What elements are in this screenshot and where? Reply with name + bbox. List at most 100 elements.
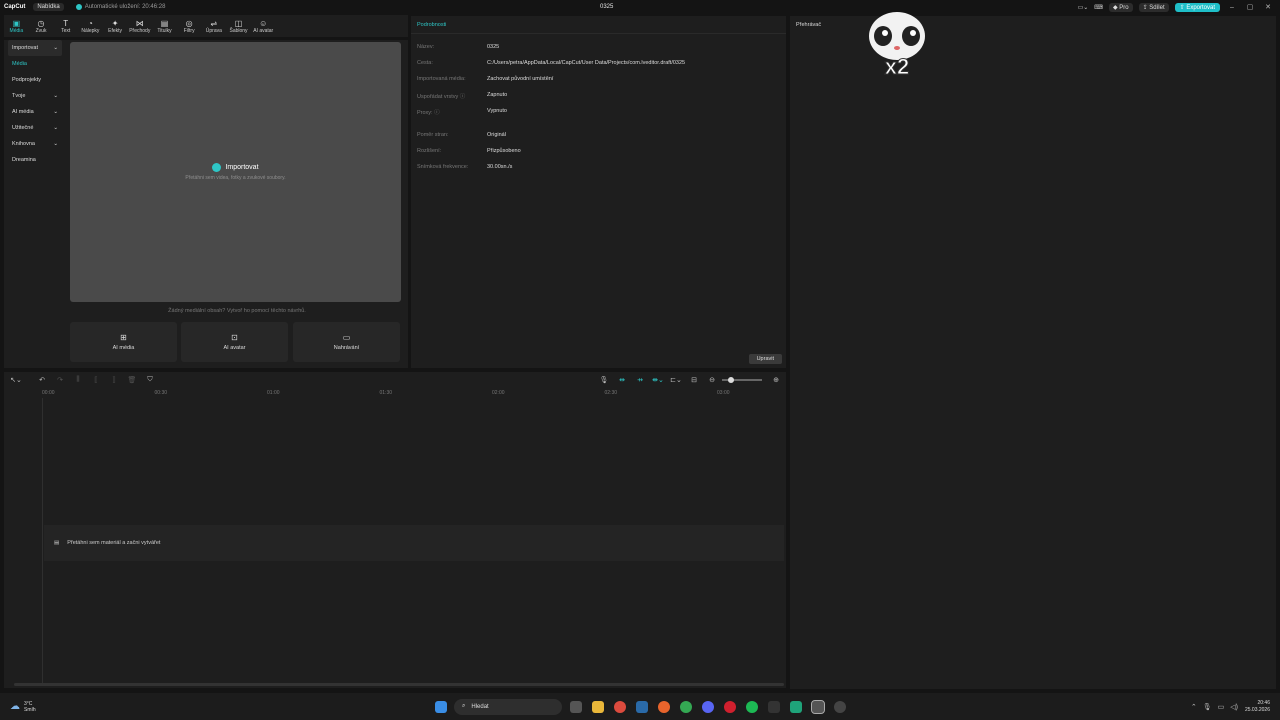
- sidebar-item-label: Média: [12, 61, 27, 67]
- autosave-status: Automatické uložení: 20:46:28: [75, 4, 165, 10]
- sidebar-item[interactable]: Knihovna ⌄: [8, 136, 62, 152]
- system-clock[interactable]: 20:46 25.03.2026: [1245, 700, 1270, 714]
- detail-value: Originál: [487, 132, 506, 138]
- project-title: 0325: [600, 4, 614, 10]
- tab-effects[interactable]: ✦ Efekty: [103, 15, 128, 37]
- detail-row: Název: 0325: [417, 44, 499, 50]
- start-icon[interactable]: [435, 700, 447, 713]
- delete-icon[interactable]: 🗑: [126, 376, 138, 384]
- task-view-icon[interactable]: [570, 700, 582, 713]
- steam-icon[interactable]: [636, 700, 648, 713]
- chevron-up-icon[interactable]: ⌃: [1191, 703, 1197, 711]
- timeline-scrollbar[interactable]: [14, 683, 784, 686]
- sidebar-item[interactable]: Tvoje ⌄: [8, 88, 62, 104]
- tab-filters[interactable]: ◎ Filtry: [177, 15, 202, 37]
- export-button[interactable]: ⇧ Exportovat: [1174, 2, 1220, 12]
- discord-icon[interactable]: [702, 700, 714, 713]
- firefox-icon[interactable]: [658, 700, 670, 713]
- settings-taskbar-icon[interactable]: [834, 700, 846, 713]
- caption-track-icon[interactable]: ⊏⌄: [670, 376, 682, 384]
- network-icon[interactable]: ▭: [1218, 703, 1225, 711]
- ruler-label: 00:00: [42, 390, 55, 396]
- text-icon: T: [63, 18, 69, 28]
- sidebar-item-label: Dreamina: [12, 157, 36, 163]
- recording-card[interactable]: ▭ Nahrávání: [293, 322, 400, 362]
- sidebar-item[interactable]: Užitečné ⌄: [8, 120, 62, 136]
- sidebar-item[interactable]: Dreamina: [8, 152, 62, 168]
- weather-widget[interactable]: ☁ 3°C Smíh: [10, 701, 36, 713]
- timeline-drop-area[interactable]: ▤ Přetáhni sem materiál a začni vytvářet: [44, 525, 784, 561]
- sidebar-item[interactable]: AI média ⌄: [8, 104, 62, 120]
- card-label: AI média: [112, 345, 135, 351]
- sidebar-item-label: AI média: [12, 109, 34, 115]
- detail-row: Uspořádat vrstvy ⓘ Zapnuto: [417, 92, 507, 100]
- tab-transitions[interactable]: ⋈ Přechody: [127, 15, 152, 37]
- split-icon[interactable]: ⫼: [72, 376, 84, 384]
- chrome-profile-icon[interactable]: [680, 700, 692, 713]
- detail-row: Rozlišení: Přizpůsobeno: [417, 148, 521, 154]
- microphone-icon[interactable]: 🎙: [598, 376, 610, 384]
- minimize-icon[interactable]: –: [1226, 4, 1238, 11]
- link-icon[interactable]: ⇹: [616, 376, 628, 384]
- media-dropzone[interactable]: Importovat Přetáhni sem videa, fotky a z…: [70, 42, 401, 302]
- preview-axis-icon[interactable]: ⇼⌄: [652, 376, 664, 384]
- detail-value: 0325: [487, 44, 500, 50]
- zoom-out-icon[interactable]: ⊖: [706, 376, 718, 384]
- sidebar-item[interactable]: Podprojekty: [8, 72, 62, 88]
- mic-tray-icon[interactable]: 🎙: [1203, 703, 1212, 711]
- sticker-icon: ◔: [87, 18, 93, 28]
- tab-audio[interactable]: ◷ Zvuk: [29, 15, 54, 37]
- fit-icon[interactable]: ⊟: [688, 376, 700, 384]
- zoom-in-icon[interactable]: ⊕: [770, 376, 782, 384]
- redo-icon[interactable]: ↷: [54, 376, 66, 384]
- zoom-slider[interactable]: [722, 377, 762, 383]
- undo-icon[interactable]: ↶: [36, 376, 48, 384]
- tab-sticker[interactable]: ◔ Nálepky: [78, 15, 103, 37]
- share-button[interactable]: ⇪ Sdílet: [1138, 2, 1169, 12]
- capcut-taskbar-icon[interactable]: [768, 700, 780, 713]
- magnet-icon[interactable]: ⇸: [634, 376, 646, 384]
- import-button[interactable]: Importovat: [212, 163, 259, 172]
- ai-avatar-card[interactable]: ⊡ AI avatar: [181, 322, 288, 362]
- ai-avatar-icon: ⊡: [231, 333, 238, 342]
- edit-button[interactable]: Upravit: [748, 354, 782, 364]
- sidebar-item[interactable]: Importovat ⌄: [8, 40, 62, 56]
- search-icon: ⌕: [462, 703, 466, 709]
- chrome-icon[interactable]: [614, 700, 626, 713]
- marker-icon[interactable]: ⛉: [144, 376, 156, 384]
- file-explorer-icon[interactable]: [592, 700, 604, 713]
- sidebar-item[interactable]: Média: [8, 56, 62, 72]
- pro-button[interactable]: ◆ Pro: [1108, 2, 1133, 12]
- tab-media[interactable]: ▣ Média: [4, 15, 29, 37]
- app-taskbar-icon[interactable]: [790, 700, 802, 713]
- timeline-drop-hint: Přetáhni sem materiál a začni vytvářet: [67, 540, 161, 546]
- tab-label: Text: [61, 27, 71, 34]
- split-left-icon[interactable]: ⟦: [90, 376, 102, 384]
- tab-captions[interactable]: ▤ Titulky: [152, 15, 177, 37]
- tab-templates[interactable]: ◫ Šablony: [226, 15, 251, 37]
- opera-icon[interactable]: [724, 700, 736, 713]
- filters-icon: ◎: [185, 18, 193, 28]
- zoom-slider-handle[interactable]: [728, 377, 734, 383]
- split-right-icon[interactable]: ⟧: [108, 376, 120, 384]
- tab-text[interactable]: T Text: [53, 15, 78, 37]
- close-icon[interactable]: ✕: [1262, 3, 1274, 11]
- chevron-down-icon: ⌄: [53, 93, 58, 99]
- main-menu-button[interactable]: Nabídka: [33, 3, 64, 11]
- spotify-icon[interactable]: [746, 700, 758, 713]
- panda-sticker: x2: [869, 12, 925, 78]
- select-tool-icon[interactable]: ↖⌄: [10, 376, 22, 384]
- active-app-icon[interactable]: [811, 699, 825, 714]
- volume-icon[interactable]: ◁): [1230, 703, 1238, 711]
- maximize-icon[interactable]: ▢: [1244, 3, 1256, 11]
- detail-row: Snímková frekvence: 30.00sn./s: [417, 164, 512, 170]
- ruler-label: 02:30: [604, 390, 618, 396]
- detail-row: Importovaná média: Zachovat původní umíst…: [417, 76, 553, 82]
- layout-icon[interactable]: ▭⌄: [1078, 4, 1089, 11]
- clock-date: 25.03.2026: [1244, 706, 1270, 713]
- ai-media-card[interactable]: ⊞ AI média: [70, 322, 177, 362]
- tab-ai-avatar[interactable]: ☺ AI avatar: [251, 15, 276, 37]
- shortcuts-icon[interactable]: ⌨: [1094, 4, 1103, 11]
- tab-adjust[interactable]: ⇌ Úprava: [202, 15, 227, 37]
- taskbar-search[interactable]: ⌕ Hledat: [454, 698, 562, 715]
